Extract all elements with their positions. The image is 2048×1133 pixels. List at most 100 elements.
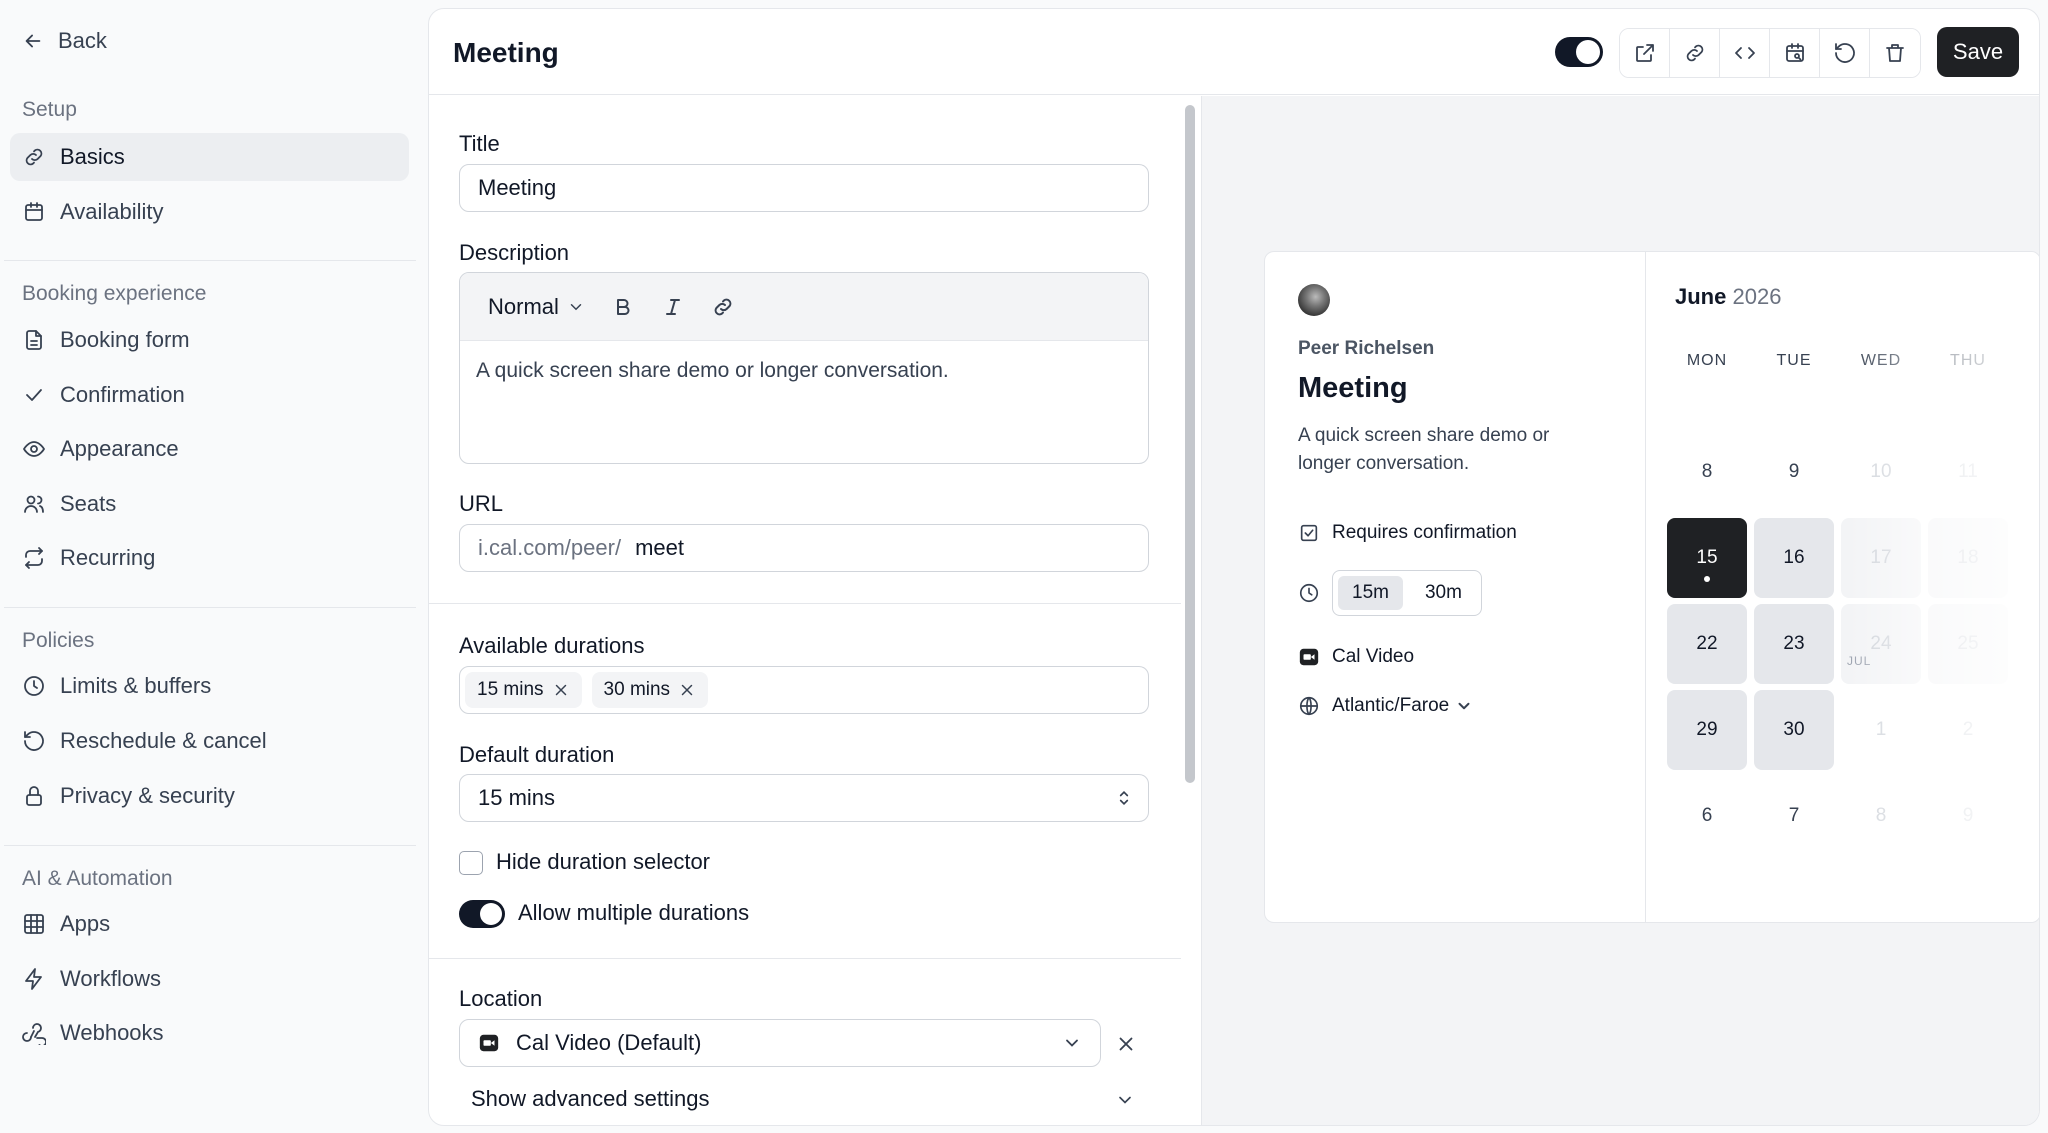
duration-option-15m[interactable]: 15m [1338, 576, 1403, 610]
duration-option-30m[interactable]: 30m [1411, 576, 1476, 610]
requires-confirmation-label: Requires confirmation [1332, 522, 1517, 543]
form-scrollbar-thumb[interactable] [1185, 105, 1195, 783]
hide-duration-label: Hide duration selector [496, 849, 711, 874]
calendar-day[interactable]: 17 [1841, 518, 1921, 598]
embed-button[interactable] [1720, 29, 1770, 77]
sidebar-item-webhooks[interactable]: Webhooks [10, 1009, 409, 1057]
allow-multiple-label: Allow multiple durations [518, 900, 750, 925]
eye-icon [23, 441, 45, 457]
calendar-year: 2026 [1732, 284, 1782, 309]
sidebar-item-booking-form[interactable]: Booking form [10, 316, 409, 364]
globe-icon [1299, 696, 1319, 716]
sidebar-item-label: Availability [60, 199, 164, 224]
back-button[interactable]: Back [22, 28, 107, 54]
sidebar-item-label: Appearance [60, 436, 179, 461]
calendar-day: 10 [1870, 461, 1892, 482]
calendar-day[interactable]: 29 [1667, 690, 1747, 770]
link-icon [1686, 44, 1703, 62]
location-select[interactable]: Cal Video (Default) [459, 1019, 1101, 1067]
calendar-day[interactable]: 16 [1754, 518, 1834, 598]
advanced-settings-toggle[interactable]: Show advanced settings [471, 1086, 710, 1112]
sidebar-item-appearance[interactable]: Appearance [10, 425, 409, 473]
sidebar-item-reschedule-cancel[interactable]: Reschedule & cancel [10, 717, 409, 765]
text-format-select[interactable]: Normal [488, 294, 585, 320]
sidebar-item-confirmation[interactable]: Confirmation [10, 371, 409, 419]
calendar-day[interactable]: 22 [1667, 604, 1747, 684]
sidebar-item-label: Webhooks [60, 1020, 164, 1045]
sidebar-item-label: Reschedule & cancel [60, 728, 267, 753]
default-duration-select[interactable]: 15 mins [459, 774, 1149, 822]
preview-button[interactable] [1620, 29, 1670, 77]
sidebar-item-basics[interactable]: Basics [10, 133, 409, 181]
weekday-label: MON [1686, 352, 1728, 369]
hide-duration-checkbox[interactable] [459, 851, 483, 875]
requires-confirmation-row: Requires confirmation [1298, 522, 1517, 544]
calendar-day: 1 [1875, 719, 1887, 740]
hidden-toggle[interactable] [1555, 37, 1603, 67]
sidebar-item-privacy-security[interactable]: Privacy & security [10, 772, 409, 820]
copy-link-button[interactable] [1670, 29, 1720, 77]
bold-icon [616, 298, 630, 315]
location-row: Cal Video [1298, 646, 1414, 668]
save-button[interactable]: Save [1937, 27, 2019, 77]
sidebar-item-label: Workflows [60, 966, 162, 991]
sidebar-item-apps[interactable]: Apps [10, 900, 409, 948]
weekday-label: THU [1950, 352, 1986, 369]
timezone-select[interactable]: Atlantic/Faroe [1298, 695, 1473, 717]
calendar-day[interactable]: 25 [1928, 604, 2008, 684]
allow-multiple-toggle[interactable] [459, 900, 505, 928]
sidebar-item-label: Confirmation [60, 382, 185, 407]
sidebar-item-recurring[interactable]: Recurring [10, 534, 409, 582]
sidebar-divider [4, 845, 416, 846]
basics-form: Title Meeting Description Normal A quick… [429, 96, 1181, 1125]
close-icon[interactable] [552, 681, 570, 699]
users-icon [24, 495, 44, 513]
title-input[interactable]: Meeting [459, 164, 1149, 212]
calendar-day[interactable]: 24 [1841, 604, 1921, 684]
close-icon[interactable] [678, 681, 696, 699]
sidebar-item-label: Recurring [60, 545, 156, 570]
header-actions [1619, 28, 1921, 78]
chevron-up-down-icon [1119, 790, 1129, 806]
host-name: Peer Richelsen [1298, 338, 1435, 359]
link-icon [714, 298, 732, 315]
calendar-day: 2 [1962, 719, 1974, 740]
delete-button[interactable] [1870, 29, 1920, 77]
chevron-down-icon[interactable] [1115, 1090, 1135, 1110]
video-icon [1299, 648, 1319, 666]
default-duration-label: Default duration [459, 742, 615, 767]
calendar-day[interactable]: 23 [1754, 604, 1834, 684]
calendar-icon [25, 202, 43, 221]
remove-location-icon[interactable] [1115, 1033, 1137, 1055]
calendar-day[interactable]: 15 [1667, 518, 1747, 598]
italic-button[interactable] [661, 295, 685, 319]
back-label: Back [58, 28, 107, 53]
sidebar: Back Setup Basics Availability Booking e… [0, 0, 420, 1133]
sidebar-item-label: Limits & buffers [60, 673, 212, 698]
calendar-search-button[interactable] [1770, 29, 1820, 77]
link-button[interactable] [711, 295, 735, 319]
sidebar-item-availability[interactable]: Availability [10, 188, 409, 236]
sidebar-item-limits-buffers[interactable]: Limits & buffers [10, 662, 409, 710]
sidebar-item-workflows[interactable]: Workflows [10, 955, 409, 1003]
video-icon [479, 1034, 499, 1052]
sidebar-item-label: Apps [60, 911, 111, 936]
calendar-day[interactable]: 30 [1754, 690, 1834, 770]
calendar-search-icon [1785, 43, 1804, 62]
calendar-day[interactable]: 18 [1928, 518, 2008, 598]
url-slug: meet [635, 535, 684, 560]
section-title-setup: Setup [22, 98, 77, 121]
url-input[interactable]: i.cal.com/peer/ meet [459, 524, 1149, 572]
description-textarea[interactable]: A quick screen share demo or longer conv… [460, 341, 1148, 401]
bold-button[interactable] [611, 295, 635, 319]
durations-multiselect[interactable]: 15 mins 30 mins [459, 666, 1149, 714]
reset-button[interactable] [1820, 29, 1870, 77]
duration-chip-label: 30 mins [603, 679, 671, 700]
editor-toolbar: Normal [460, 273, 1148, 341]
sidebar-item-seats[interactable]: Seats [10, 480, 409, 528]
zap-icon [25, 968, 42, 990]
sidebar-item-label: Privacy & security [60, 783, 235, 808]
weekday-label: TUE [1776, 352, 1812, 369]
sidebar-divider [4, 260, 416, 261]
check-icon [26, 389, 42, 401]
